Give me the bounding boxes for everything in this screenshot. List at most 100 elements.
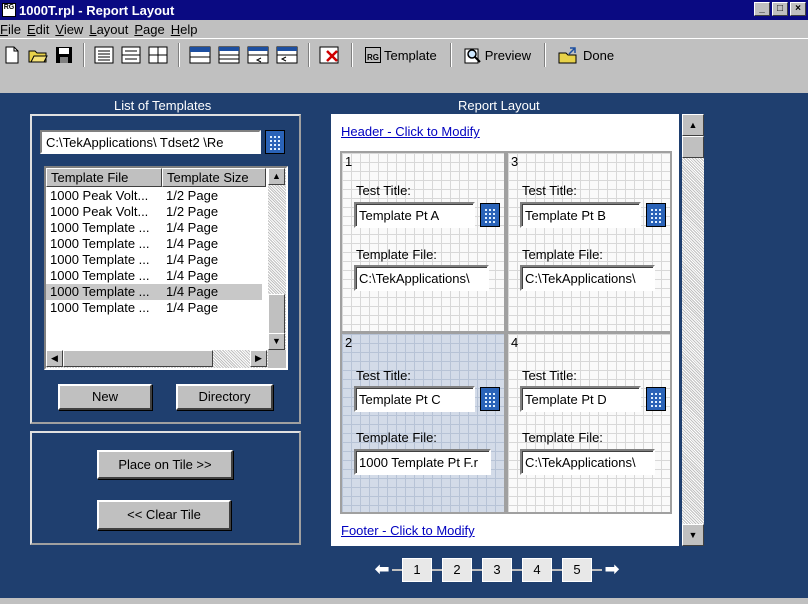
arrow-left-icon[interactable]: ⬅ bbox=[372, 560, 392, 580]
page-button-5[interactable]: 5 bbox=[562, 558, 592, 582]
tile-1[interactable]: 1 Test Title: Template Pt A Template Fil… bbox=[340, 151, 506, 333]
tile-left-icon[interactable] bbox=[244, 43, 272, 67]
close-button[interactable]: × bbox=[790, 2, 806, 16]
keypad-icon[interactable] bbox=[480, 203, 500, 227]
tile-full-icon[interactable] bbox=[186, 43, 214, 67]
place-on-tile-button[interactable]: Place on Tile >> bbox=[97, 450, 233, 479]
save-disk-icon[interactable] bbox=[52, 43, 76, 67]
list-item[interactable]: 1000 Template ... 1/4 Page bbox=[46, 252, 268, 268]
report-page: Header - Click to Modify 1 Test Title: T… bbox=[331, 114, 679, 546]
scroll-up-icon[interactable]: ▲ bbox=[682, 114, 704, 136]
scroll-up-icon[interactable]: ▲ bbox=[268, 168, 285, 185]
tile-2[interactable]: 2 Test Title: Template Pt C Template Fil… bbox=[340, 332, 506, 514]
list-item[interactable]: 1000 Template ... 1/4 Page bbox=[46, 220, 268, 236]
toolbar-separator bbox=[351, 43, 353, 67]
layout-quarters-icon[interactable] bbox=[145, 43, 171, 67]
list-item[interactable]: 1000 Template ... 1/4 Page bbox=[46, 284, 268, 300]
page-navigation: ⬅ 1 2 3 4 5 ➡ bbox=[372, 557, 622, 583]
list-item[interactable]: 1000 Template ... 1/4 Page bbox=[46, 268, 268, 284]
template-button[interactable]: RG Template bbox=[359, 43, 443, 67]
toolbar-separator bbox=[449, 43, 452, 67]
page-button-1[interactable]: 1 bbox=[402, 558, 432, 582]
layout-halves-icon[interactable] bbox=[118, 43, 144, 67]
column-template-file[interactable]: Template File bbox=[46, 168, 162, 187]
template-file-field[interactable]: 1000 Template Pt F.r bbox=[354, 449, 491, 475]
list-item[interactable]: 1000 Template ... 1/4 Page bbox=[46, 300, 268, 316]
keypad-icon[interactable] bbox=[646, 203, 666, 227]
template-directory-field[interactable]: C:\TekApplications\ Tdset2 \Re bbox=[40, 130, 261, 154]
open-folder-icon[interactable] bbox=[25, 43, 51, 67]
header-link[interactable]: Header - Click to Modify bbox=[341, 124, 480, 139]
new-file-icon[interactable] bbox=[0, 43, 24, 67]
test-title-label: Test Title: bbox=[356, 183, 411, 198]
minimize-button[interactable]: _ bbox=[754, 2, 770, 16]
report-layout-title: Report Layout bbox=[458, 98, 540, 113]
arrow-right-icon[interactable]: ➡ bbox=[602, 560, 622, 580]
keypad-icon[interactable] bbox=[265, 130, 285, 154]
done-button[interactable]: Done bbox=[552, 43, 620, 67]
list-horizontal-scrollbar[interactable]: ◀ ▶ bbox=[46, 350, 268, 368]
test-title-label: Test Title: bbox=[356, 368, 411, 383]
template-file-field[interactable]: C:\TekApplications\ bbox=[520, 449, 655, 475]
tile-number: 3 bbox=[511, 154, 519, 169]
test-title-field[interactable]: Template Pt B bbox=[520, 202, 641, 228]
exit-folder-icon bbox=[558, 47, 577, 64]
test-title-field[interactable]: Template Pt A bbox=[354, 202, 475, 228]
scroll-left-icon[interactable]: ◀ bbox=[46, 350, 63, 367]
menu-page[interactable]: Page bbox=[134, 22, 170, 37]
toolbar-separator bbox=[83, 43, 85, 67]
status-strip bbox=[0, 598, 808, 604]
delete-tile-icon[interactable] bbox=[316, 43, 344, 67]
list-vertical-scrollbar[interactable]: ▲ ▼ bbox=[268, 168, 286, 350]
templates-list[interactable]: Template File Template Size 1000 Peak Vo… bbox=[44, 166, 288, 370]
scroll-thumb[interactable] bbox=[63, 350, 213, 367]
magnifier-page-icon bbox=[464, 48, 481, 64]
menu-edit[interactable]: Edit bbox=[27, 22, 55, 37]
clear-tile-button[interactable]: << Clear Tile bbox=[97, 500, 231, 530]
tile-3[interactable]: 3 Test Title: Template Pt B Template Fil… bbox=[506, 151, 672, 333]
toolbar: RG Template Preview Done bbox=[0, 38, 808, 93]
scroll-thumb[interactable] bbox=[268, 294, 285, 334]
tile-split-icon[interactable] bbox=[215, 43, 243, 67]
test-title-label: Test Title: bbox=[522, 183, 577, 198]
preview-button[interactable]: Preview bbox=[458, 43, 537, 67]
report-vertical-scrollbar[interactable]: ▲ ▼ bbox=[682, 114, 704, 546]
page-button-3[interactable]: 3 bbox=[482, 558, 512, 582]
list-item[interactable]: 1000 Peak Volt... 1/2 Page bbox=[46, 188, 268, 204]
toolbar-separator bbox=[308, 43, 310, 67]
column-template-size[interactable]: Template Size bbox=[162, 168, 266, 187]
test-title-label: Test Title: bbox=[522, 368, 577, 383]
toolbar-separator bbox=[544, 43, 546, 67]
page-button-2[interactable]: 2 bbox=[442, 558, 472, 582]
template-file-field[interactable]: C:\TekApplications\ bbox=[520, 265, 655, 291]
scroll-down-icon[interactable]: ▼ bbox=[682, 524, 704, 546]
menu-layout[interactable]: Layout bbox=[89, 22, 134, 37]
keypad-icon[interactable] bbox=[646, 387, 666, 411]
toolbar-separator bbox=[178, 43, 180, 67]
template-file-field[interactable]: C:\TekApplications\ bbox=[354, 265, 489, 291]
layout-rows-icon[interactable] bbox=[91, 43, 117, 67]
scroll-down-icon[interactable]: ▼ bbox=[268, 333, 285, 350]
maximize-button[interactable]: □ bbox=[772, 2, 788, 16]
title-bar: RG 1000T.rpl - Report Layout _ □ × bbox=[0, 0, 808, 20]
list-item[interactable]: 1000 Template ... 1/4 Page bbox=[46, 236, 268, 252]
page-button-4[interactable]: 4 bbox=[522, 558, 552, 582]
test-title-field[interactable]: Template Pt C bbox=[354, 386, 475, 412]
scroll-thumb[interactable] bbox=[682, 136, 704, 158]
list-of-templates-title: List of Templates bbox=[114, 98, 212, 113]
footer-link[interactable]: Footer - Click to Modify bbox=[341, 523, 475, 538]
scroll-corner bbox=[268, 350, 286, 368]
template-file-label: Template File: bbox=[522, 430, 603, 445]
list-item[interactable]: 1000 Peak Volt... 1/2 Page bbox=[46, 204, 268, 220]
keypad-icon[interactable] bbox=[480, 387, 500, 411]
menu-view[interactable]: View bbox=[55, 22, 89, 37]
tile-right-icon[interactable] bbox=[273, 43, 301, 67]
new-button[interactable]: New bbox=[58, 384, 152, 410]
tile-4[interactable]: 4 Test Title: Template Pt D Template Fil… bbox=[506, 332, 672, 514]
app-icon: RG bbox=[2, 3, 16, 17]
menu-help[interactable]: Help bbox=[171, 22, 204, 37]
test-title-field[interactable]: Template Pt D bbox=[520, 386, 641, 412]
menu-file[interactable]: File bbox=[0, 22, 27, 37]
directory-button[interactable]: Directory bbox=[176, 384, 273, 410]
scroll-right-icon[interactable]: ▶ bbox=[250, 350, 267, 367]
